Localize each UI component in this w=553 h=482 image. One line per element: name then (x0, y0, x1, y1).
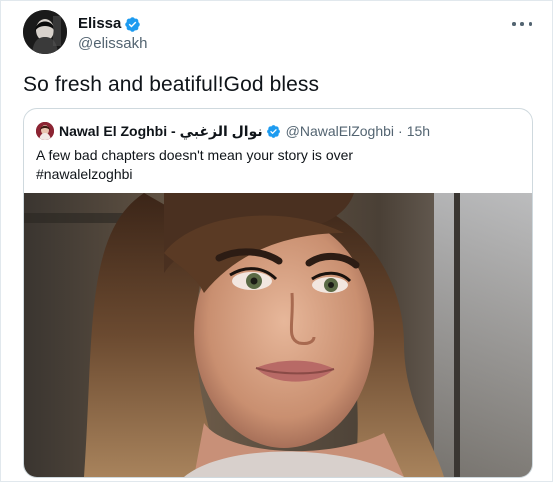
tweet-text: So fresh and beatiful!God bless (23, 73, 320, 96)
more-options-icon[interactable] (512, 17, 532, 31)
quoted-tweet[interactable]: Nawal El Zoghbi - نوال الزغبي @NawalElZo… (23, 108, 533, 478)
tweet-card: Elissa @elissakh So fresh and beatiful!G… (0, 0, 553, 482)
verified-badge-icon (266, 124, 281, 139)
author-display-name[interactable]: Elissa (78, 15, 121, 33)
hashtag-link: #nawalelzoghbi (36, 166, 133, 182)
name-row: Elissa (78, 15, 147, 33)
quoted-author-display-name: Nawal El Zoghbi - نوال الزغبي (59, 122, 263, 139)
more-dot (512, 22, 516, 26)
quoted-tweet-header: Nawal El Zoghbi - نوال الزغبي @NawalElZo… (36, 122, 430, 140)
quoted-author-handle: @NawalElZoghbi (285, 123, 395, 139)
author-names: Elissa @elissakh (78, 15, 147, 53)
quoted-tweet-time[interactable]: 15h (407, 123, 430, 139)
tweet-header: Elissa @elissakh (23, 10, 147, 54)
author-avatar[interactable] (23, 10, 67, 54)
more-dot (520, 22, 524, 26)
profile-photo-icon (23, 10, 67, 54)
verified-badge-icon (124, 16, 141, 33)
quoted-tweet-image[interactable] (24, 193, 532, 477)
quoted-author-avatar (36, 122, 54, 140)
author-handle[interactable]: @elissakh (78, 35, 147, 53)
more-dot (528, 22, 532, 26)
quoted-tweet-text: A few bad chapters doesn't mean your sto… (36, 146, 516, 184)
selfie-photo (24, 193, 532, 477)
quoted-text-line: A few bad chapters doesn't mean your sto… (36, 147, 354, 163)
separator-dot: · (398, 123, 403, 139)
